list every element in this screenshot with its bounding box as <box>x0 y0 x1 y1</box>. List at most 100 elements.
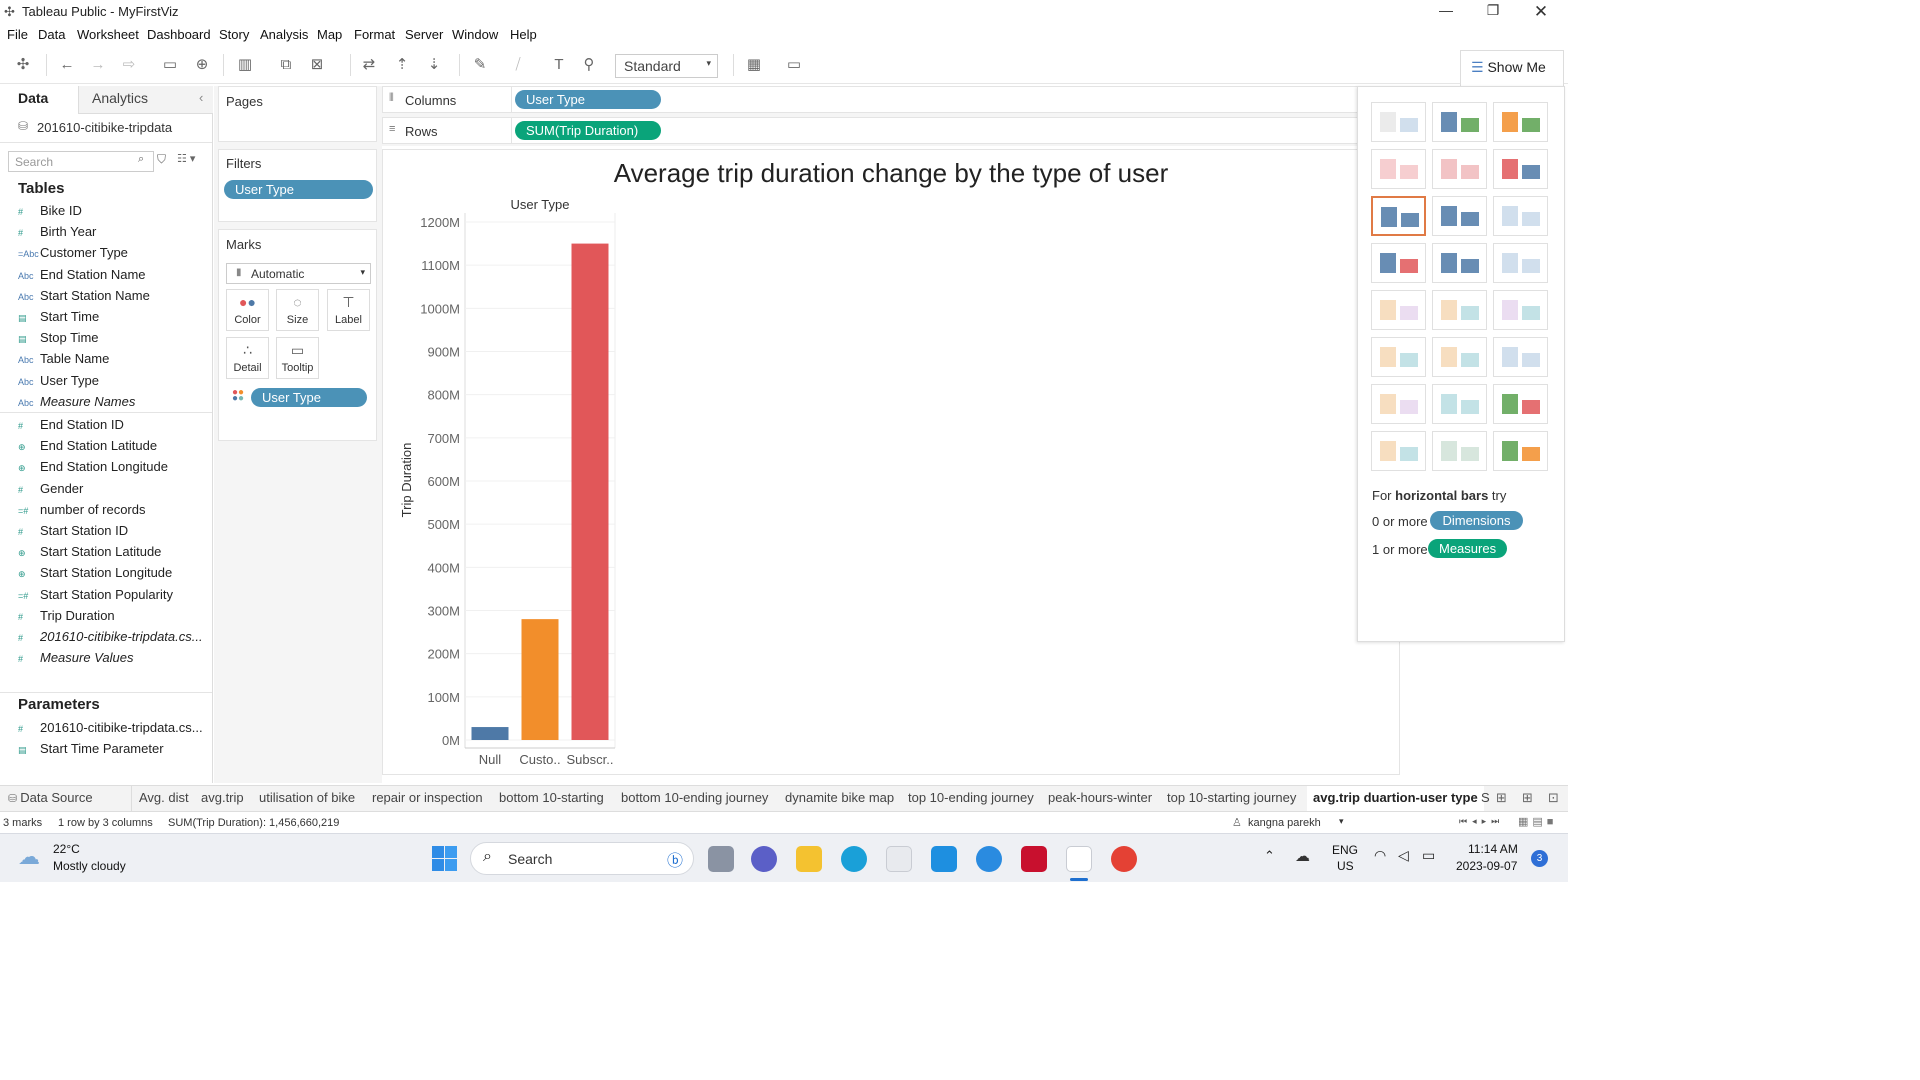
show-me-chart-option-icon[interactable] <box>1493 149 1548 189</box>
show-me-chart-option-icon[interactable] <box>1371 243 1426 283</box>
taskbar-search[interactable]: ⌕ Search ⓑ <box>470 842 694 875</box>
show-me-chart-option-icon[interactable] <box>1432 290 1487 330</box>
search-input[interactable]: Search <box>8 151 154 172</box>
tab-analytics[interactable]: Analytics <box>92 90 148 106</box>
pages-card[interactable]: Pages <box>218 86 377 142</box>
sheet-tab[interactable]: bottom 10-ending journey <box>621 790 768 805</box>
field-dimension[interactable]: Abc Measure Names <box>18 394 135 414</box>
battery-icon[interactable]: ▭ <box>1422 847 1435 864</box>
sheet-tab[interactable]: bottom 10-starting <box>499 790 604 805</box>
field-dimension[interactable]: Abc User Type <box>18 373 99 393</box>
columns-pill-user-type[interactable]: User Type <box>515 90 661 109</box>
marks-detail-button[interactable]: ∴ Detail <box>226 337 269 379</box>
new-datasource-icon[interactable]: ⊕ <box>191 54 213 76</box>
field-measure[interactable]: # Gender <box>18 481 83 501</box>
store-icon[interactable] <box>886 846 912 872</box>
show-me-chart-option-icon[interactable] <box>1432 243 1487 283</box>
show-me-chart-option-icon[interactable] <box>1493 102 1548 142</box>
sheet-tab-overflow[interactable]: S <box>1481 790 1490 805</box>
menu-server[interactable]: Server <box>405 27 443 42</box>
language-top[interactable]: ENG <box>1332 843 1358 857</box>
field-dimension[interactable]: Abc Table Name <box>18 351 109 371</box>
bar-0[interactable] <box>471 727 509 740</box>
show-me-chart-option-icon[interactable] <box>1432 149 1487 189</box>
rows-pill-trip-duration[interactable]: SUM(Trip Duration) <box>515 121 661 140</box>
menu-format[interactable]: Format <box>354 27 395 42</box>
show-me-chart-option-icon[interactable] <box>1432 431 1487 471</box>
chrome-icon[interactable] <box>1111 846 1137 872</box>
field-measure[interactable]: #201610-citibike-tripdata.cs... <box>18 629 203 649</box>
menu-file[interactable]: File <box>7 27 28 42</box>
undo-icon[interactable]: ← <box>56 54 78 76</box>
field-measure[interactable]: ⊕ Start Station Latitude <box>18 544 161 564</box>
field-measure[interactable]: # Trip Duration <box>18 608 115 628</box>
mark-type-dropdown[interactable]: ▮ Automatic ▾ <box>226 263 371 284</box>
field-measure[interactable]: # Start Station ID <box>18 523 128 543</box>
menu-map[interactable]: Map <box>317 27 342 42</box>
show-me-chart-option-icon[interactable] <box>1432 384 1487 424</box>
sheet-tab[interactable]: avg.trip <box>201 790 244 805</box>
marks-pill-user-type[interactable]: User Type <box>251 388 367 407</box>
teams-chat-icon[interactable] <box>751 846 777 872</box>
show-me-chart-option-icon[interactable] <box>1493 337 1548 377</box>
show-me-button[interactable]: ☰ Show Me <box>1460 50 1564 86</box>
clock-date[interactable]: 2023-09-07 <box>1456 859 1517 873</box>
marks-size-button[interactable]: ◌ Size <box>276 289 319 331</box>
mcafee-icon[interactable] <box>1021 846 1047 872</box>
field-dimension[interactable]: # Birth Year <box>18 224 96 244</box>
menu-worksheet[interactable]: Worksheet <box>77 27 139 42</box>
menu-help[interactable]: Help <box>510 27 537 42</box>
sort-ascending-icon[interactable]: ⇡ <box>391 54 413 76</box>
show-me-chart-option-icon[interactable] <box>1493 290 1548 330</box>
sheet-tab[interactable]: top 10-starting journey <box>1167 790 1296 805</box>
field-measure[interactable]: =# Start Station Popularity <box>18 587 173 607</box>
show-me-chart-option-icon[interactable] <box>1371 431 1426 471</box>
sheet-tab[interactable]: dynamite bike map <box>785 790 894 805</box>
swap-icon[interactable]: ⇄ <box>358 54 380 76</box>
help-icon[interactable] <box>976 846 1002 872</box>
sheet-tab-active[interactable]: avg.trip duartion-user type <box>1307 786 1484 811</box>
show-me-chart-option-icon[interactable] <box>1493 243 1548 283</box>
field-measure[interactable]: # Measure Values <box>18 650 133 670</box>
show-me-chart-option-icon[interactable] <box>1493 384 1548 424</box>
field-measure[interactable]: ⊕ End Station Longitude <box>18 459 168 479</box>
wifi-icon[interactable]: ◠ <box>1374 847 1386 864</box>
language-bottom[interactable]: US <box>1337 859 1354 873</box>
volume-icon[interactable]: ◁ <box>1398 847 1409 864</box>
show-me-chart-option-icon[interactable] <box>1432 196 1487 236</box>
group-icon[interactable]: ⧸ <box>507 54 529 76</box>
close-icon[interactable]: ✕ <box>1521 2 1561 22</box>
field-measure[interactable]: # End Station ID <box>18 417 124 437</box>
view-options-icon[interactable]: ☷ ▾ <box>177 152 195 165</box>
field-dimension[interactable]: Abc End Station Name <box>18 267 146 287</box>
filter-icon[interactable]: ⛉ <box>157 152 166 167</box>
clear-sheet-icon[interactable]: ⊠ <box>306 54 328 76</box>
field-dimension[interactable]: Abc Start Station Name <box>18 288 150 308</box>
tableau-home-icon[interactable]: ✣ <box>12 54 34 76</box>
marks-tooltip-button[interactable]: ▭ Tooltip <box>276 337 319 379</box>
sheet-tab[interactable]: top 10-ending journey <box>908 790 1034 805</box>
columns-shelf[interactable]: ⦀ Columns User Type <box>382 86 1358 113</box>
show-me-chart-option-icon[interactable] <box>1432 337 1487 377</box>
notification-badge[interactable]: 3 <box>1531 850 1548 867</box>
save-icon[interactable]: ▭ <box>159 54 181 76</box>
sort-descending-icon[interactable]: ⇣ <box>423 54 445 76</box>
rows-shelf[interactable]: ≡ Rows SUM(Trip Duration) <box>382 117 1358 144</box>
show-me-chart-option-icon[interactable] <box>1371 102 1426 142</box>
field-dimension[interactable]: ▤ Stop Time <box>18 330 99 350</box>
tableau-taskbar-icon[interactable] <box>1066 846 1092 872</box>
redo-icon[interactable]: → <box>87 54 109 76</box>
show-me-chart-option-icon[interactable] <box>1432 102 1487 142</box>
show-me-chart-option-icon[interactable] <box>1371 384 1426 424</box>
chevron-down-icon[interactable]: ▾ <box>1339 816 1344 827</box>
menu-dashboard[interactable]: Dashboard <box>147 27 211 42</box>
collapse-pane-icon[interactable]: ‹ <box>199 90 203 105</box>
field-dimension[interactable]: ▤ Start Time <box>18 309 99 329</box>
bar-2[interactable] <box>571 243 609 740</box>
onedrive-icon[interactable]: ☁ <box>1295 847 1310 865</box>
fit-dropdown[interactable]: Standard ▾ <box>615 54 718 78</box>
new-dashboard-icon[interactable]: ⊞ <box>1522 790 1533 806</box>
show-labels-icon[interactable]: T <box>548 54 570 76</box>
replay-icon[interactable]: ⇨ <box>118 54 140 76</box>
pin-icon[interactable]: ⚲ <box>578 54 600 76</box>
